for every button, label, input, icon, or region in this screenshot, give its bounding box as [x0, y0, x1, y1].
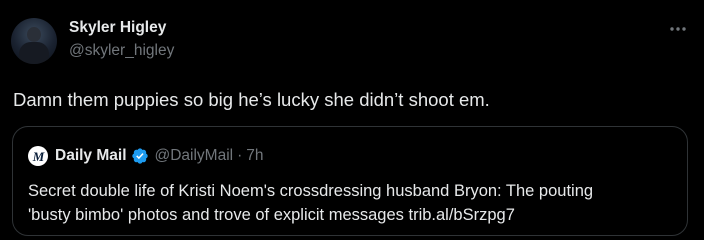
author-display-name[interactable]: Skyler Higley [69, 18, 174, 38]
avatar[interactable] [11, 18, 57, 64]
quoted-author-display-name[interactable]: Daily Mail [55, 147, 127, 165]
tweet: Skyler Higley @skyler_higley Damn them p… [0, 0, 704, 240]
author-handle[interactable]: @skyler_higley [69, 41, 174, 61]
quoted-tweet[interactable]: M Daily Mail @DailyMail · 7h Secret doub… [12, 126, 688, 236]
tweet-author: Skyler Higley @skyler_higley [69, 18, 174, 61]
verified-badge-icon [131, 148, 148, 164]
tweet-text: Damn them puppies so big he’s lucky she … [13, 89, 490, 110]
quoted-author-handle[interactable]: @DailyMail [155, 147, 234, 165]
quoted-tweet-text: Secret double life of Kristi Noem's cros… [28, 179, 678, 227]
daily-mail-logo-glyph: M [32, 148, 45, 164]
avatar-head [27, 27, 41, 42]
quoted-tweet-timestamp[interactable]: 7h [246, 147, 263, 165]
quoted-text-line: Secret double life of Kristi Noem's cros… [28, 182, 594, 200]
avatar-body [19, 42, 49, 64]
more-options-button[interactable] [668, 22, 688, 36]
quoted-tweet-header: M Daily Mail @DailyMail · 7h [28, 146, 264, 166]
daily-mail-logo-avatar[interactable]: M [28, 146, 48, 166]
more-horizontal-icon [670, 27, 686, 31]
separator-dot: · [237, 147, 243, 164]
quoted-text-line: 'busty bimbo' photos and trove of explic… [28, 206, 515, 224]
